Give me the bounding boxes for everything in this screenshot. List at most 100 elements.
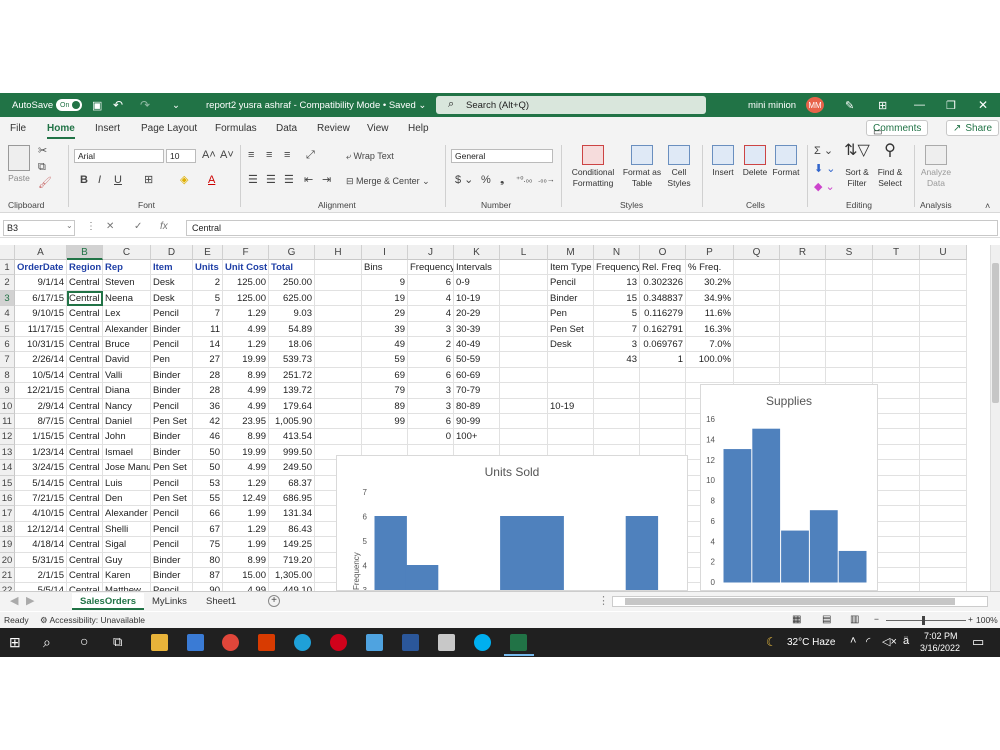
cell[interactable]	[500, 275, 548, 291]
tab-help[interactable]: Help	[408, 123, 429, 134]
cell[interactable]	[315, 321, 362, 337]
cell[interactable]	[920, 321, 967, 337]
cell[interactable]: Ismael	[103, 444, 151, 461]
cell[interactable]	[873, 398, 920, 414]
cell[interactable]: Central	[67, 444, 103, 461]
cell[interactable]: 30.2%	[686, 275, 734, 291]
cell[interactable]	[780, 306, 826, 322]
cell[interactable]: 4/10/15	[15, 506, 67, 522]
cell[interactable]: 1	[640, 352, 686, 368]
cell[interactable]: Binder	[151, 568, 193, 584]
cell[interactable]	[873, 383, 920, 399]
cell[interactable]: 15.00	[223, 568, 269, 584]
cell[interactable]: 80-89	[454, 398, 500, 414]
cell[interactable]	[873, 460, 920, 476]
cell[interactable]: 79	[362, 383, 408, 399]
cell[interactable]: Pen	[548, 306, 594, 322]
cell[interactable]	[873, 506, 920, 522]
cell[interactable]: Central	[67, 506, 103, 522]
cell[interactable]: Nancy	[103, 398, 151, 414]
cell[interactable]: Matthew	[103, 583, 151, 591]
cell[interactable]: 449.10	[269, 583, 315, 591]
cell[interactable]	[640, 367, 686, 384]
column-header[interactable]: C	[103, 245, 151, 260]
cell[interactable]	[920, 491, 967, 507]
cell[interactable]	[920, 568, 967, 584]
cell[interactable]: 3	[408, 398, 454, 414]
column-header[interactable]: F	[223, 245, 269, 260]
cell[interactable]	[315, 383, 362, 399]
cell[interactable]: Unit Cost	[223, 260, 269, 276]
cell[interactable]: 1,005.90	[269, 414, 315, 430]
search-box[interactable]: ⌕ Search (Alt+Q)	[436, 96, 706, 114]
cell[interactable]: 4	[408, 290, 454, 307]
cell[interactable]	[315, 352, 362, 368]
column-header[interactable]: K	[454, 245, 500, 260]
cell[interactable]: Pencil	[151, 475, 193, 491]
cell[interactable]: Central	[67, 491, 103, 507]
row-header[interactable]: 12	[0, 429, 15, 445]
cell[interactable]: Desk	[548, 337, 594, 353]
cell[interactable]: 539.73	[269, 352, 315, 368]
cell[interactable]: 179.64	[269, 398, 315, 414]
page-break-view-icon[interactable]: ▥	[850, 614, 859, 625]
cell[interactable]: Pencil	[151, 583, 193, 591]
row-header[interactable]: 14	[0, 460, 15, 476]
cell[interactable]	[920, 460, 967, 476]
cell[interactable]: 19	[362, 290, 408, 307]
weather-text[interactable]: 32°C Haze	[787, 637, 835, 648]
align-center-icon[interactable]: ☰	[266, 174, 276, 186]
tab-next-icon[interactable]: ▶	[26, 595, 34, 607]
cell[interactable]: 0	[408, 429, 454, 445]
cell[interactable]: 7	[594, 321, 640, 337]
cell[interactable]	[920, 275, 967, 291]
align-right-icon[interactable]: ☰	[284, 174, 294, 186]
decrease-decimal-icon[interactable]: .₀₀→	[538, 174, 555, 186]
cell[interactable]: Valli	[103, 367, 151, 384]
clock-date[interactable]: 3/16/2022	[920, 643, 960, 653]
bold-icon[interactable]: B	[80, 174, 88, 186]
cell[interactable]	[873, 552, 920, 568]
cell[interactable]	[920, 398, 967, 414]
cell[interactable]: 686.95	[269, 491, 315, 507]
cell[interactable]: 89	[362, 398, 408, 414]
row-header[interactable]: 21	[0, 568, 15, 584]
cell[interactable]	[873, 260, 920, 276]
cell[interactable]: 9/1/14	[15, 275, 67, 291]
column-header[interactable]: N	[594, 245, 640, 260]
cell[interactable]	[734, 306, 780, 322]
cell[interactable]: 54.89	[269, 321, 315, 337]
row-header[interactable]: 5	[0, 321, 15, 337]
cell[interactable]: Pen Set	[548, 321, 594, 337]
app-icon[interactable]	[366, 634, 383, 651]
cell[interactable]	[500, 367, 548, 384]
column-header[interactable]: G	[269, 245, 315, 260]
cell[interactable]	[920, 290, 967, 307]
format-cells-button[interactable]: Format	[770, 145, 802, 178]
row-header[interactable]: 1	[0, 260, 15, 276]
cell[interactable]: 2/9/14	[15, 398, 67, 414]
cell[interactable]: 4.99	[223, 398, 269, 414]
cell[interactable]: 100.0%	[686, 352, 734, 368]
cell[interactable]	[920, 521, 967, 538]
cell[interactable]: 87	[193, 568, 223, 584]
cell[interactable]: Steven	[103, 275, 151, 291]
cell[interactable]: Desk	[151, 290, 193, 307]
cell[interactable]: Jose Manu	[103, 460, 151, 476]
cell[interactable]	[780, 367, 826, 384]
cell[interactable]: 12/12/14	[15, 521, 67, 538]
cell[interactable]	[780, 337, 826, 353]
row-header[interactable]: 18	[0, 521, 15, 538]
cell[interactable]	[734, 290, 780, 307]
chrome-icon[interactable]	[222, 634, 239, 651]
cell[interactable]	[920, 337, 967, 353]
cell[interactable]: Karen	[103, 568, 151, 584]
cell[interactable]: 1/15/15	[15, 429, 67, 445]
cell[interactable]: 413.54	[269, 429, 315, 445]
cell[interactable]: 1.29	[223, 337, 269, 353]
cell[interactable]: 5	[193, 290, 223, 307]
cell[interactable]	[734, 352, 780, 368]
cell[interactable]	[594, 398, 640, 414]
cell[interactable]: 4.99	[223, 583, 269, 591]
save-icon[interactable]: ▣	[92, 99, 102, 112]
